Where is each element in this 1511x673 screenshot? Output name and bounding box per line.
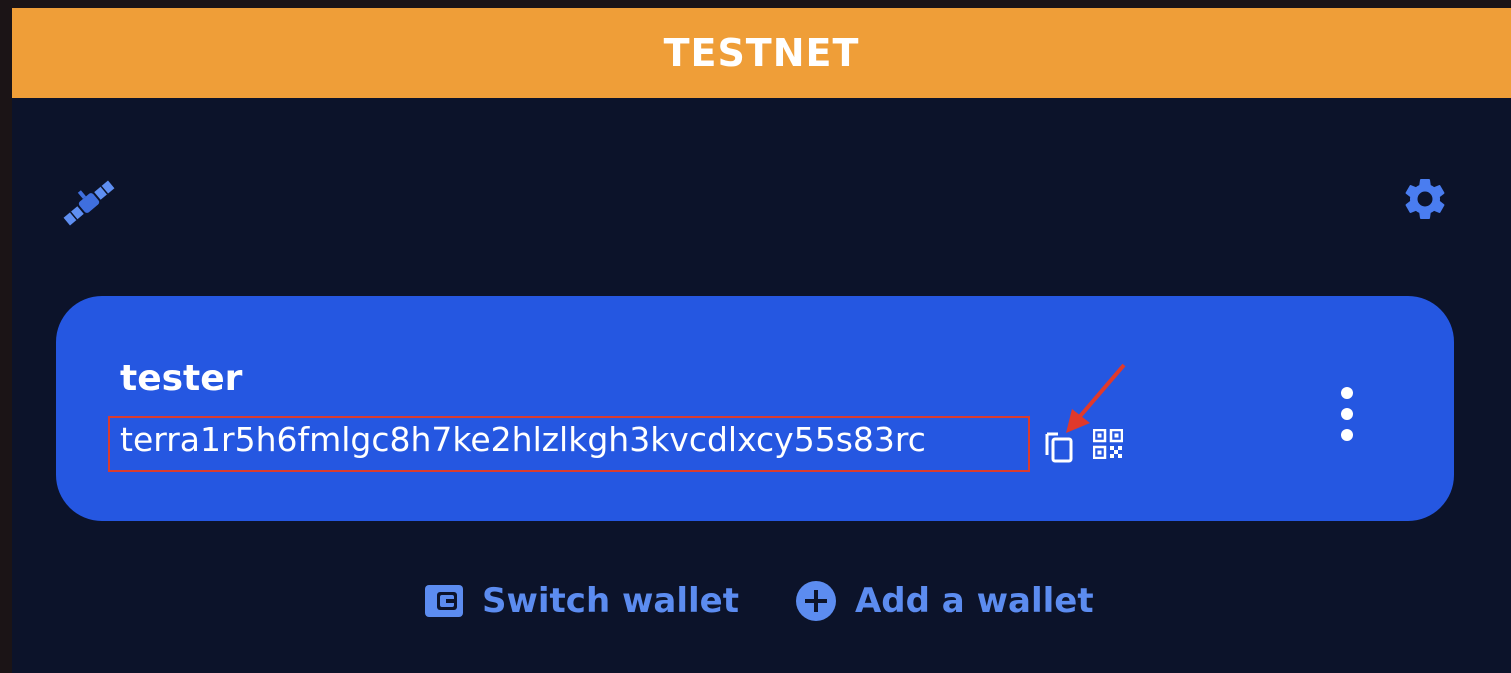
add-wallet-label: Add a wallet <box>854 581 1094 621</box>
network-label: TESTNET <box>663 31 860 75</box>
switch-wallet-button[interactable]: Switch wallet <box>424 581 739 621</box>
satellite-icon[interactable] <box>56 170 122 236</box>
qr-code-icon[interactable] <box>1093 429 1123 459</box>
wallet-address: terra1r5h6fmlgc8h7ke2hlzlkgh3kvcdlxcy55s… <box>120 420 926 459</box>
wallet-actions: Switch wallet Add a wallet <box>424 580 1094 622</box>
copy-icon[interactable] <box>1044 429 1074 463</box>
wallet-name: tester <box>120 358 243 399</box>
network-banner: TESTNET <box>12 8 1511 98</box>
wallet-popup: TESTNET tester terra1r5h6fmlgc8h7ke2hlzl… <box>12 8 1511 673</box>
wallet-icon <box>425 585 463 617</box>
more-vertical-icon[interactable] <box>1336 384 1358 444</box>
add-wallet-button[interactable]: Add a wallet <box>795 580 1094 622</box>
switch-wallet-label: Switch wallet <box>482 581 739 621</box>
plus-circle-icon <box>795 581 836 621</box>
gear-icon[interactable] <box>1400 174 1450 224</box>
wallet-card: tester terra1r5h6fmlgc8h7ke2hlzlkgh3kvcd… <box>56 296 1454 521</box>
